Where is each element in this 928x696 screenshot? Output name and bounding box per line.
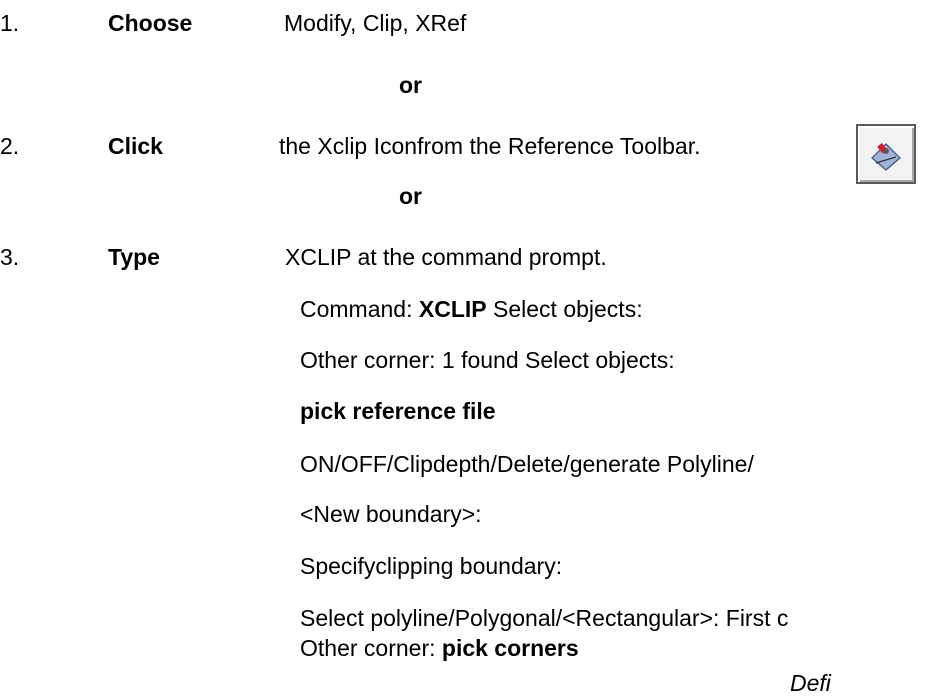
command-line-2: Other corner: 1 found Select objects:: [300, 347, 675, 373]
xclip-toolbar-icon[interactable]: [856, 124, 916, 184]
step-1-verb: Choose: [108, 10, 193, 36]
command-line-6: Specifyclipping boundary:: [300, 553, 563, 579]
command-line-1: Command: XCLIP Select objects:: [300, 296, 643, 322]
command-line-7: Select polyline/Polygonal/<Rectangular>:…: [300, 605, 789, 631]
step-1-text: Modify, Clip, XRef: [284, 10, 467, 36]
xclip-icon: [871, 143, 901, 171]
step-2-number: 2.: [0, 133, 20, 159]
or-separator-2: or: [399, 183, 422, 209]
step-2-text: the Xclip Iconfrom the Reference Toolbar…: [279, 133, 701, 159]
step-3-text: XCLIP at the command prompt.: [285, 244, 607, 270]
step-1-number: 1.: [0, 10, 20, 36]
command-line-5: <New boundary>:: [300, 501, 482, 527]
command-line-4: ON/OFF/Clipdepth/Delete/generate Polylin…: [300, 451, 754, 477]
or-separator-1: or: [399, 72, 422, 98]
step-3-verb: Type: [108, 244, 160, 270]
step-2-verb: Click: [108, 133, 163, 159]
command-line-8: Other corner: pick corners: [300, 635, 579, 661]
command-line-3: pick reference file: [300, 398, 496, 424]
command-line-9-partial: Defi: [790, 670, 831, 696]
step-3-number: 3.: [0, 244, 20, 270]
